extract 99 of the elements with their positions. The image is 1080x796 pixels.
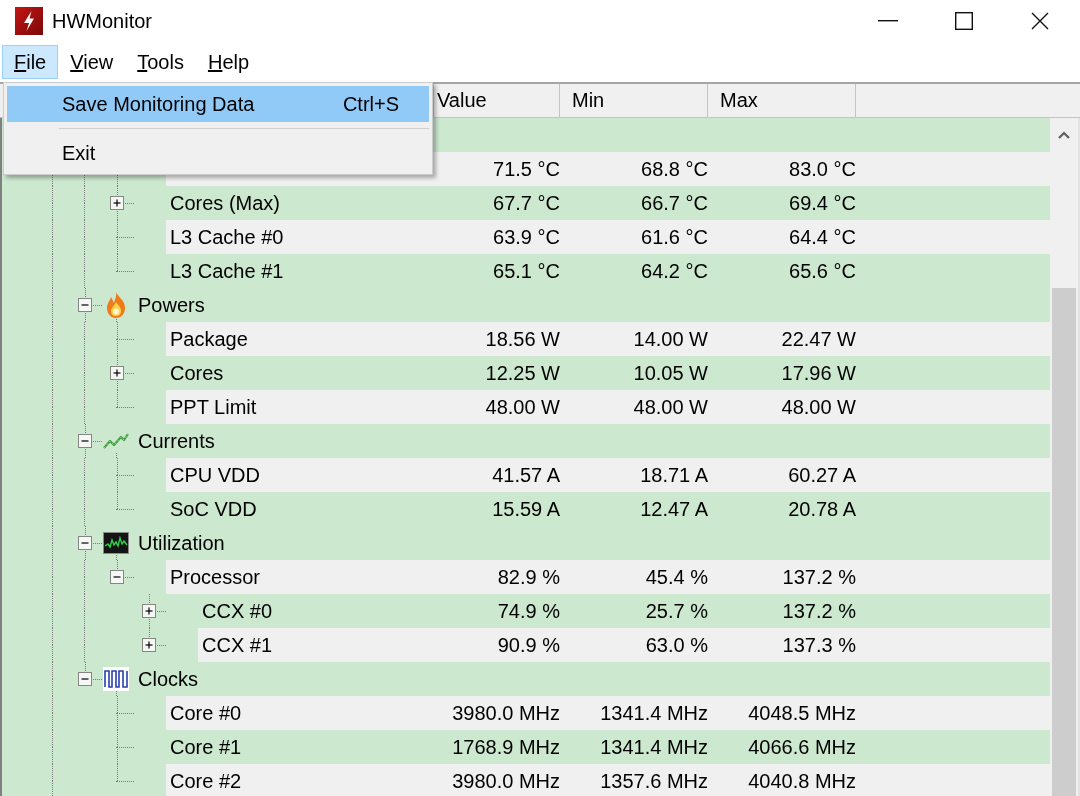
max-value: 4040.8 MHz xyxy=(748,770,856,792)
current-value: 82.9 % xyxy=(497,566,560,588)
group-name: Currents xyxy=(138,429,215,454)
min-value: 61.6 °C xyxy=(641,226,708,248)
sensor-row[interactable]: Core #2 3980.0 MHz 1357.6 MHz 4040.8 MHz xyxy=(166,764,1050,796)
current-value: 41.57 A xyxy=(492,464,560,486)
square-wave-icon xyxy=(103,667,129,691)
scrollbar-thumb[interactable] xyxy=(1052,288,1076,796)
current-value: 3980.0 MHz xyxy=(452,702,560,724)
maximize-icon xyxy=(955,12,973,30)
min-value: 12.47 A xyxy=(640,498,708,520)
sensor-name: CCX #1 xyxy=(202,634,273,656)
min-value: 14.00 W xyxy=(633,328,708,350)
sensor-name: L3 Cache #1 xyxy=(170,260,284,282)
menu-item[interactable]: Help xyxy=(195,45,262,79)
max-value: 137.2 % xyxy=(782,566,856,588)
flame-icon xyxy=(105,292,127,318)
min-value: 1341.4 MHz xyxy=(600,736,708,758)
sensor-row[interactable]: Package 18.56 W 14.00 W 22.47 W xyxy=(166,322,1050,356)
sensor-row[interactable]: CCX #1 90.9 % 63.0 % 137.3 % xyxy=(198,628,1050,662)
sensor-name: Cores xyxy=(170,362,224,384)
graph-screen-icon xyxy=(103,532,129,554)
current-value: 18.56 W xyxy=(485,328,560,350)
option-label: Save Monitoring Data xyxy=(62,92,256,117)
minus-box-icon[interactable] xyxy=(110,570,124,584)
plus-box-icon[interactable] xyxy=(142,638,156,652)
close-icon xyxy=(1031,12,1049,30)
max-value: 60.27 A xyxy=(788,464,856,486)
plus-box-icon[interactable] xyxy=(110,366,124,380)
max-value: 69.4 °C xyxy=(789,192,856,214)
max-value: 137.2 % xyxy=(782,600,856,622)
sensor-name: Core #0 xyxy=(170,702,242,724)
sensor-name: Package xyxy=(170,328,248,350)
max-value: 17.96 W xyxy=(781,362,856,384)
min-value: 45.4 % xyxy=(645,566,708,588)
current-value: 71.5 °C xyxy=(493,158,560,180)
menu-item[interactable]: Tools xyxy=(125,45,196,79)
group-name: Utilization xyxy=(138,531,225,556)
shortcut-label: Ctrl+S xyxy=(342,92,399,117)
min-value: 25.7 % xyxy=(645,600,708,622)
window-title: HWMonitor xyxy=(52,9,152,34)
sensor-row[interactable]: CPU VDD 41.57 A 18.71 A 60.27 A xyxy=(166,458,1050,492)
minus-box-icon[interactable] xyxy=(78,672,92,686)
current-value: 90.9 % xyxy=(497,634,560,656)
option-label: Exit xyxy=(62,141,97,166)
current-value: 67.7 °C xyxy=(493,192,560,214)
max-value: 83.0 °C xyxy=(789,158,856,180)
current-value: 1768.9 MHz xyxy=(452,736,560,758)
min-value: 48.00 W xyxy=(633,396,708,418)
sensor-name: Core #1 xyxy=(170,736,242,758)
minus-box-icon[interactable] xyxy=(78,298,92,312)
menu-item[interactable]: View xyxy=(58,45,126,79)
sensor-row[interactable]: Processor 82.9 % 45.4 % 137.2 % xyxy=(166,560,1050,594)
sensor-name: L3 Cache #0 xyxy=(170,226,284,248)
sensor-row[interactable]: Core #0 3980.0 MHz 1341.4 MHz 4048.5 MHz xyxy=(166,696,1050,730)
sensor-name: CCX #0 xyxy=(202,600,273,622)
app-logo-icon xyxy=(15,7,43,35)
max-value: 4066.6 MHz xyxy=(748,736,856,758)
group-name: Clocks xyxy=(138,667,198,692)
max-value: 4048.5 MHz xyxy=(748,702,856,724)
chevron-up-icon xyxy=(1058,131,1070,139)
menu-item[interactable]: File xyxy=(2,45,59,79)
sensor-row[interactable]: PPT Limit 48.00 W 48.00 W 48.00 W xyxy=(166,390,1050,424)
group-name: Powers xyxy=(138,293,205,318)
max-value: 65.6 °C xyxy=(789,260,856,282)
zigzag-line-icon xyxy=(103,433,129,449)
current-value: 3980.0 MHz xyxy=(452,770,560,792)
min-value: 68.8 °C xyxy=(641,158,708,180)
sensor-name: Core #2 xyxy=(170,770,242,792)
sensor-name: SoC VDD xyxy=(170,498,257,520)
min-value: 1341.4 MHz xyxy=(600,702,708,724)
min-value: 1357.6 MHz xyxy=(600,770,708,792)
max-value: 20.78 A xyxy=(788,498,856,520)
minimize-icon xyxy=(878,20,898,22)
plus-box-icon[interactable] xyxy=(142,604,156,618)
current-value: 63.9 °C xyxy=(493,226,560,248)
min-value: 64.2 °C xyxy=(641,260,708,282)
max-value: 64.4 °C xyxy=(789,226,856,248)
plus-box-icon[interactable] xyxy=(110,196,124,210)
min-value: 18.71 A xyxy=(640,464,708,486)
minus-box-icon[interactable] xyxy=(78,434,92,448)
min-value: 10.05 W xyxy=(633,362,708,384)
max-value: 137.3 % xyxy=(782,634,856,656)
current-value: 48.00 W xyxy=(485,396,560,418)
current-value: 12.25 W xyxy=(485,362,560,384)
sensor-name: Cores (Max) xyxy=(170,192,280,214)
minus-box-icon[interactable] xyxy=(78,536,92,550)
min-value: 66.7 °C xyxy=(641,192,708,214)
sensor-name: Processor xyxy=(170,566,261,588)
current-value: 74.9 % xyxy=(497,600,560,622)
min-value: 63.0 % xyxy=(645,634,708,656)
current-value: 15.59 A xyxy=(492,498,560,520)
sensor-row[interactable]: L3 Cache #0 63.9 °C 61.6 °C 64.4 °C xyxy=(166,220,1050,254)
max-value: 48.00 W xyxy=(781,396,856,418)
current-value: 65.1 °C xyxy=(493,260,560,282)
max-value: 22.47 W xyxy=(781,328,856,350)
sensor-name: CPU VDD xyxy=(170,464,260,486)
sensor-name: PPT Limit xyxy=(170,396,257,418)
menu-option[interactable]: Save Monitoring Data Ctrl+S xyxy=(7,86,429,122)
